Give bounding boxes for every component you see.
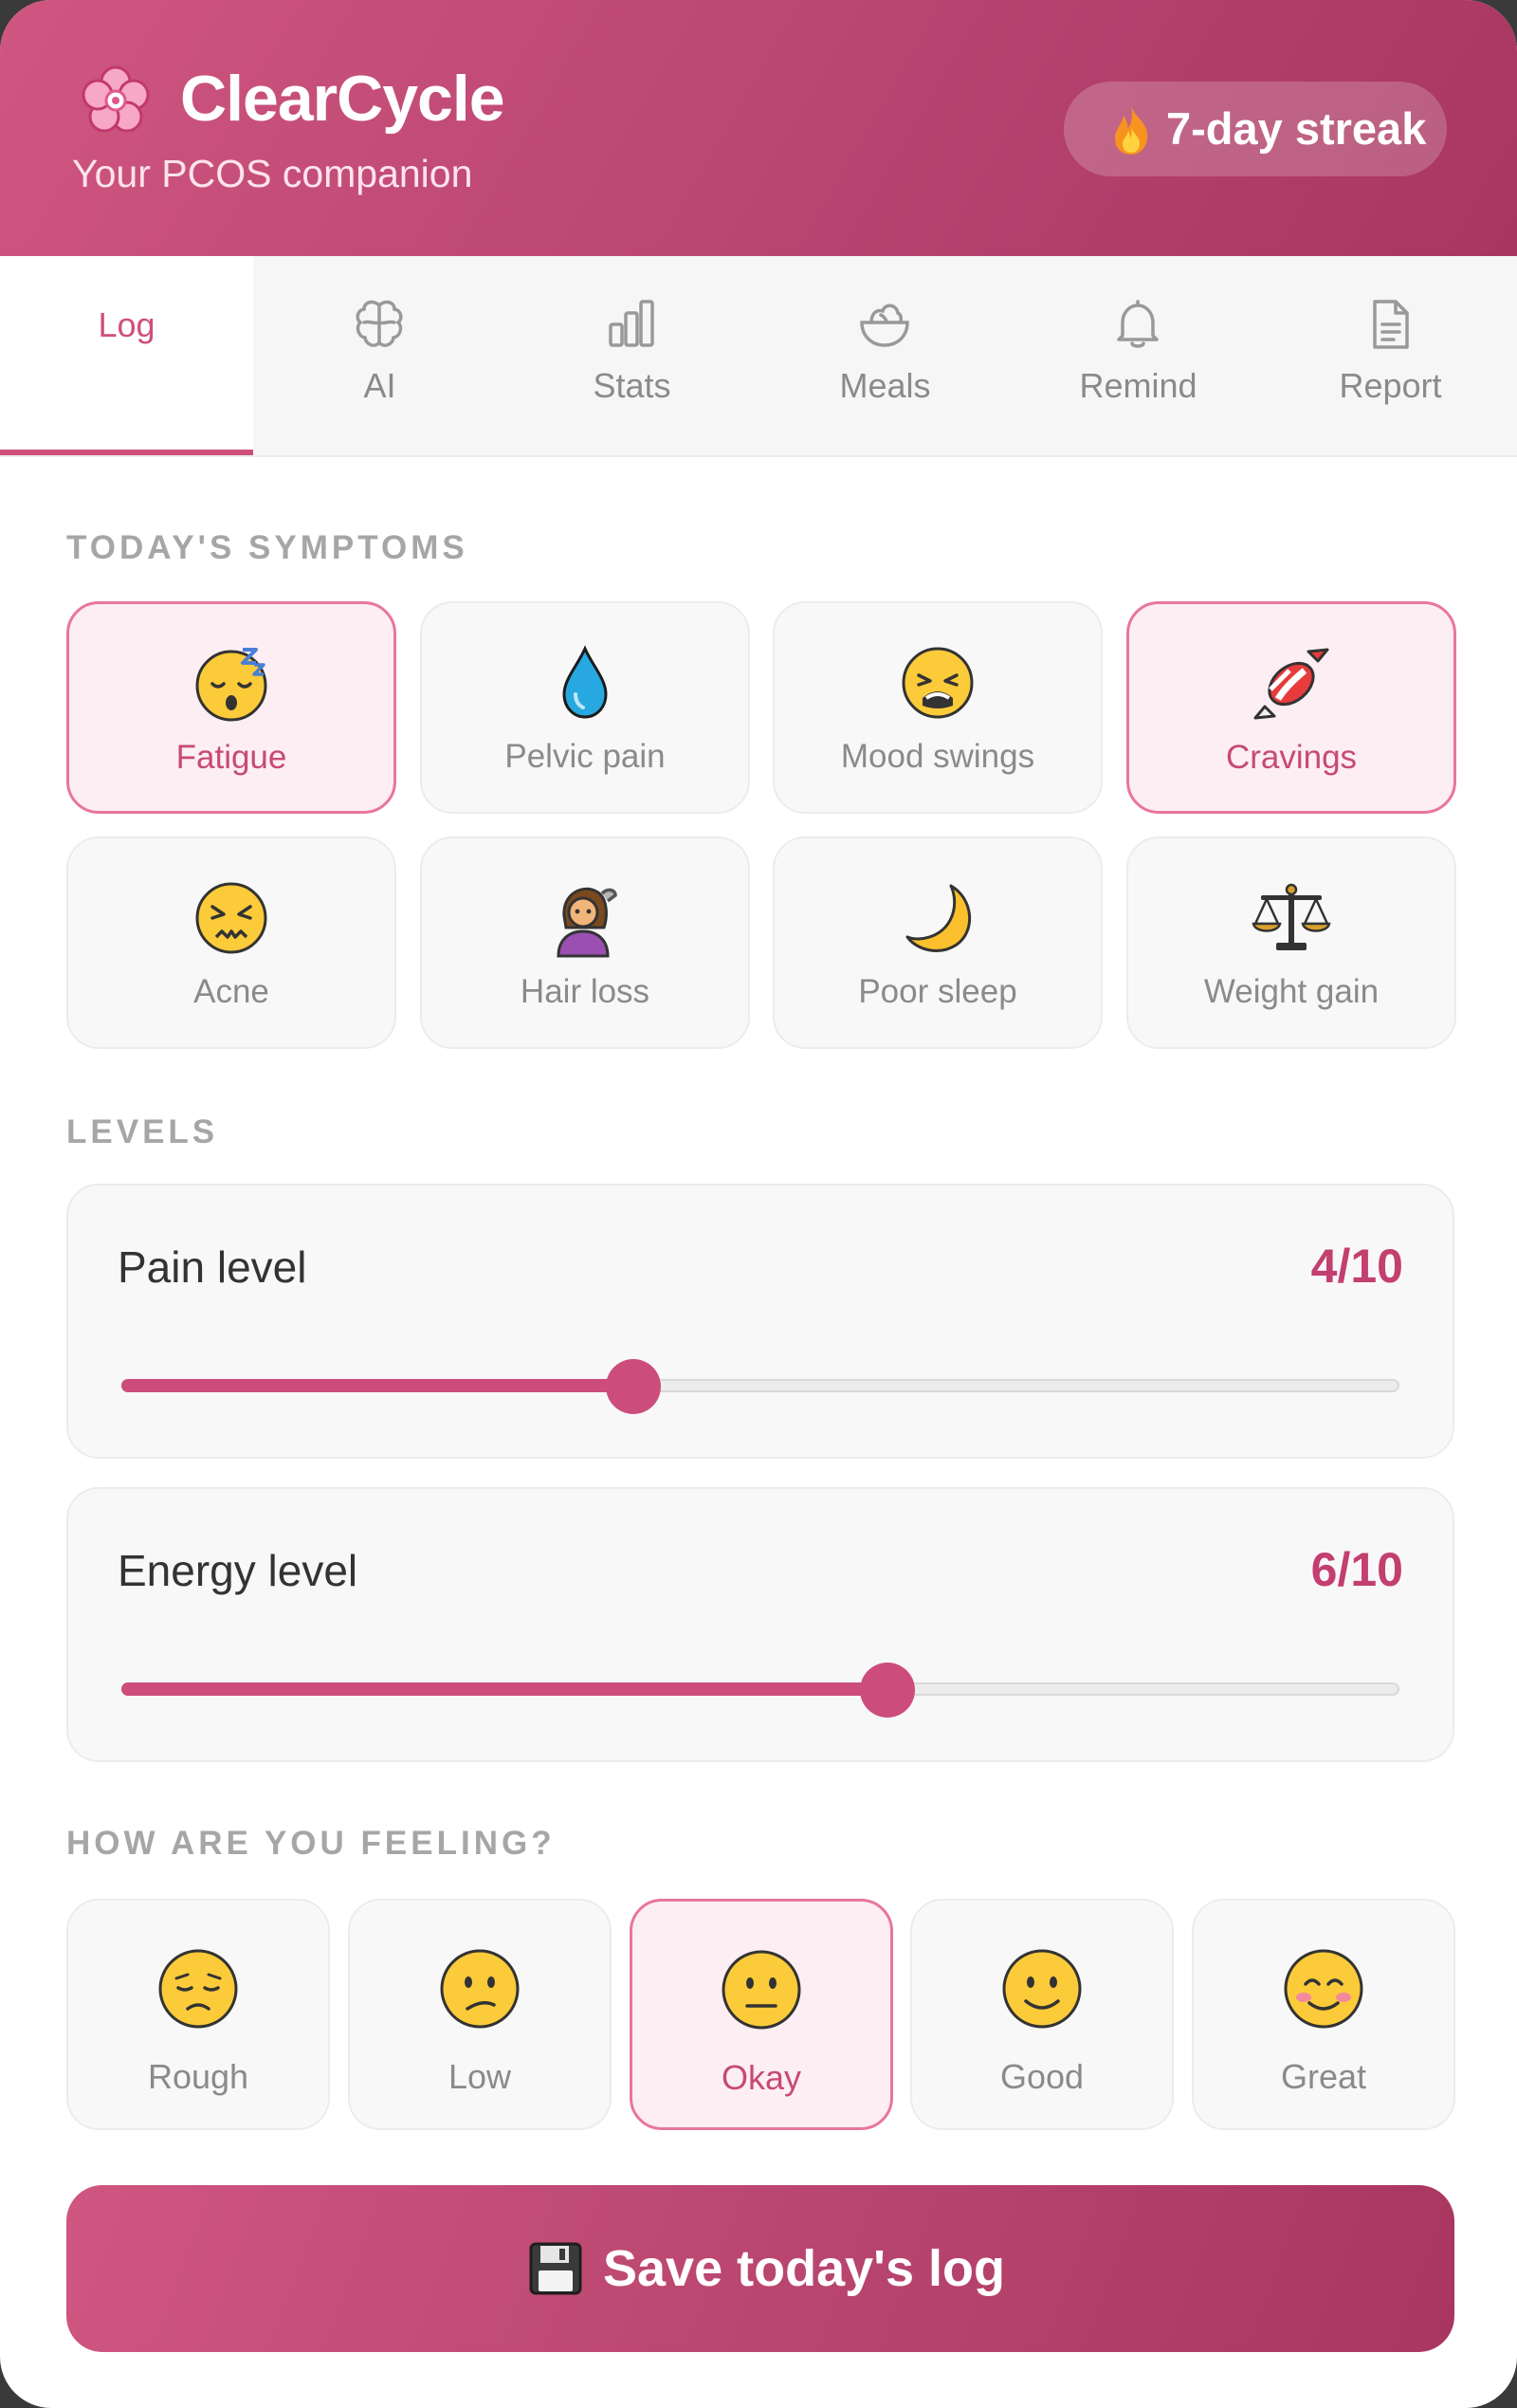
symptom-acne[interactable]: Acne [66, 836, 396, 1049]
candy-icon [1253, 648, 1329, 720]
tab-meals-label: Meals [839, 366, 931, 405]
pain-level-slider[interactable] [121, 1359, 1399, 1414]
feeling-heading: HOW ARE YOU FEELING? [66, 1825, 556, 1862]
symptom-hair-loss[interactable]: Hair loss [420, 836, 750, 1049]
tab-log[interactable]: Log [0, 256, 253, 455]
symptom-weight-gain[interactable]: Weight gain [1126, 836, 1456, 1049]
bowl-icon [860, 303, 909, 347]
crescent-moon-icon [905, 884, 971, 952]
symptom-cravings[interactable]: Cravings [1126, 601, 1456, 814]
levels-heading: LEVELS [66, 1113, 219, 1150]
symptom-label: Weight gain [1203, 973, 1380, 1010]
tab-log-label: Log [98, 305, 155, 344]
symptom-label: Hair loss [520, 973, 650, 1010]
neutral-face-icon [722, 1950, 801, 2030]
symptom-label: Pelvic pain [504, 738, 666, 775]
tab-stats-label: Stats [593, 366, 671, 405]
symptom-fatigue[interactable]: Fatigue [66, 601, 396, 814]
app-title: ClearCycle [180, 63, 505, 135]
mood-good[interactable]: Good [910, 1899, 1174, 2130]
symptom-label: Fatigue [175, 739, 287, 776]
mood-label: Great [1280, 2057, 1367, 2096]
app-subtitle: Your PCOS companion [72, 152, 473, 195]
save-log-label: Save today's log [603, 2240, 1005, 2297]
tab-stats[interactable]: Stats [505, 256, 758, 455]
droplet-icon [562, 645, 608, 719]
energy-level-card: Energy level 6/10 [66, 1487, 1454, 1762]
tab-bar: Log AI Stats Meals Remind Report [0, 256, 1517, 457]
app-window: ClearCycle Your PCOS companion 7-day str… [0, 0, 1517, 2408]
symptom-label: Mood swings [840, 738, 1035, 775]
tab-meals[interactable]: Meals [758, 256, 1012, 455]
brain-icon [356, 300, 403, 347]
energy-level-label: Energy level [118, 1546, 358, 1595]
balance-scale-icon [1252, 883, 1331, 950]
tab-ai[interactable]: AI [253, 256, 506, 455]
streak-label: 7-day streak [1166, 103, 1427, 154]
tab-report[interactable]: Report [1264, 256, 1517, 455]
flame-icon [1115, 106, 1148, 155]
energy-level-slider[interactable] [121, 1663, 1399, 1718]
pain-slider-thumb[interactable] [605, 1359, 661, 1414]
mood-label: Good [999, 2057, 1085, 2096]
symptom-pelvic-pain[interactable]: Pelvic pain [420, 601, 750, 814]
bell-icon [1117, 300, 1159, 348]
symptom-label: Acne [193, 973, 269, 1010]
mood-label: Okay [721, 2058, 802, 2097]
symptom-mood-swings[interactable]: Mood swings [773, 601, 1103, 814]
mood-label: Low [448, 2057, 512, 2096]
tab-ai-label: AI [363, 366, 396, 405]
symptom-poor-sleep[interactable]: Poor sleep [773, 836, 1103, 1049]
tab-report-label: Report [1339, 366, 1442, 405]
save-log-button[interactable]: Save today's log [66, 2185, 1454, 2352]
weary-face-icon [902, 647, 974, 719]
sleepy-face-icon [195, 648, 267, 722]
mood-great[interactable]: Great [1192, 1899, 1455, 2130]
pain-level-label: Pain level [118, 1242, 307, 1292]
streak-badge: 7-day streak [1064, 82, 1447, 176]
tab-remind[interactable]: Remind [1012, 256, 1265, 455]
tab-remind-label: Remind [1079, 366, 1197, 405]
angry-face-icon [195, 882, 267, 954]
pain-level-card: Pain level 4/10 [66, 1184, 1454, 1459]
mood-label: Rough [147, 2057, 249, 2096]
woman-hair-icon [557, 887, 617, 958]
pain-slider-fill [121, 1379, 633, 1392]
floppy-disk-icon [529, 2242, 582, 2295]
mood-okay[interactable]: Okay [630, 1899, 893, 2130]
slight-smile-icon [1002, 1949, 1082, 2029]
smiling-face-icon [1284, 1949, 1363, 2029]
pain-level-value: 4/10 [1310, 1240, 1403, 1293]
symptom-label: Cravings [1225, 739, 1358, 776]
bar-chart-icon [609, 300, 654, 347]
symptoms-heading: TODAY'S SYMPTOMS [66, 529, 468, 566]
document-icon [1373, 300, 1409, 349]
symptom-label: Poor sleep [858, 973, 1017, 1010]
mood-rough[interactable]: Rough [66, 1899, 330, 2130]
pensive-face-icon [158, 1949, 238, 2029]
app-header: ClearCycle Your PCOS companion 7-day str… [0, 0, 1517, 256]
energy-slider-thumb[interactable] [860, 1663, 916, 1718]
mood-low[interactable]: Low [348, 1899, 612, 2130]
energy-slider-fill [121, 1682, 888, 1696]
energy-level-value: 6/10 [1310, 1543, 1403, 1596]
confused-face-icon [440, 1949, 520, 2029]
cherry-blossom-icon [82, 65, 150, 133]
